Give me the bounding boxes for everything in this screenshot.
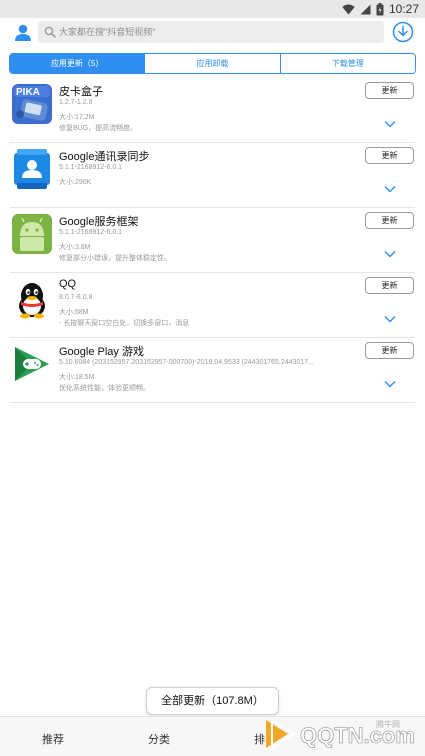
list-item: QQ 8.0.7-8.0.8 大小:68M - 长按聊天窗口空白处，切换多窗口，… (0, 273, 425, 338)
app-description: 修复部分小错误，提升整体稳定性。 (59, 255, 171, 262)
app-description: 优化系统性能，体验更顺畅。 (59, 385, 150, 392)
list-item: Google服务框架 5.1.1-2168912-6.0.1 大小:3.8M 修… (0, 208, 425, 273)
signal-icon (360, 4, 371, 14)
list-item: Google Play 游戏 5.10.6084 (203152957.2031… (0, 338, 425, 403)
app-size: 大小:3.8M (59, 244, 91, 251)
google-play-games-icon (15, 347, 49, 381)
android-icon (12, 214, 52, 254)
status-time: 10:27 (388, 2, 419, 16)
tab-app-updates[interactable]: 应用更新（5） (10, 54, 145, 73)
tab-app-uninstall[interactable]: 应用卸载 (144, 54, 280, 73)
search-placeholder: 大家都在搜"抖音短视频" (59, 27, 156, 37)
app-size: 大小:290K (59, 179, 92, 186)
app-description: - 长按聊天窗口空白处，切换多窗口，消息 (59, 320, 190, 327)
segment-tabs: 应用更新（5） 应用卸载 下载管理 (9, 53, 416, 74)
pika-box-icon: PIKA (12, 84, 52, 124)
list-item: Google通讯录同步 5.1.1-2168912-6.0.1 大小:290K … (0, 143, 425, 208)
status-bar: 10:27 (0, 0, 425, 18)
wifi-icon (342, 4, 355, 14)
tab-download-manager[interactable]: 下载管理 (279, 54, 415, 73)
update-button[interactable]: 更新 (365, 342, 414, 359)
nav-item-recommend[interactable]: 推荐 (42, 731, 64, 747)
status-icons: 10:27 (342, 1, 419, 17)
app-version: 5.1.1-2168912-6.0.1 (59, 229, 123, 236)
google-contacts-icon (14, 149, 50, 189)
search-bar[interactable]: 大家都在搜"抖音短视频" (38, 21, 384, 43)
app-size: 大小:17.2M (59, 114, 95, 121)
app-size: 大小:68M (59, 309, 89, 316)
app-version: 1.2.7-1.2.8 (59, 99, 93, 106)
chevron-down-icon[interactable] (384, 315, 396, 323)
qq-penguin-icon (19, 283, 45, 319)
battery-icon (376, 2, 384, 15)
app-name: Google Play 游戏 (59, 346, 144, 358)
top-bar: 大家都在搜"抖音短视频" (0, 18, 425, 48)
update-button[interactable]: 更新 (365, 277, 414, 294)
chevron-down-icon[interactable] (384, 250, 396, 258)
app-name: 皮卡盒子 (59, 86, 103, 98)
chevron-down-icon[interactable] (384, 185, 396, 193)
update-all-button[interactable]: 全部更新（107.8M） (146, 687, 279, 715)
app-description: 修复BUG，提高流畅度。 (59, 125, 138, 132)
update-list: PIKA 皮卡盒子 1.2.7-1.2.8 大小:17.2M 修复BUG，提高流… (0, 78, 425, 403)
update-button[interactable]: 更新 (365, 147, 414, 164)
chevron-down-icon[interactable] (384, 380, 396, 388)
app-name: Google通讯录同步 (59, 151, 150, 163)
app-name: Google服务框架 (59, 216, 139, 228)
chevron-down-icon[interactable] (384, 120, 396, 128)
divider (10, 402, 415, 403)
update-button[interactable]: 更新 (365, 82, 414, 99)
update-button[interactable]: 更新 (365, 212, 414, 229)
nav-item-category[interactable]: 分类 (148, 731, 170, 747)
app-version: 8.0.7-8.0.8 (59, 294, 93, 301)
search-icon (44, 26, 56, 38)
app-version: 5.10.6084 (203152957.203152957-000700)-2… (59, 359, 314, 366)
watermark-site-label: 腾牛网 (376, 720, 400, 729)
app-version: 5.1.1-2168912-6.0.1 (59, 164, 123, 171)
user-icon[interactable] (12, 22, 34, 44)
list-item: PIKA 皮卡盒子 1.2.7-1.2.8 大小:17.2M 修复BUG，提高流… (0, 78, 425, 143)
svg-text:PIKA: PIKA (16, 87, 40, 98)
app-size: 大小:18.5M (59, 374, 95, 381)
app-name: QQ (59, 278, 77, 290)
download-icon[interactable] (392, 21, 414, 43)
